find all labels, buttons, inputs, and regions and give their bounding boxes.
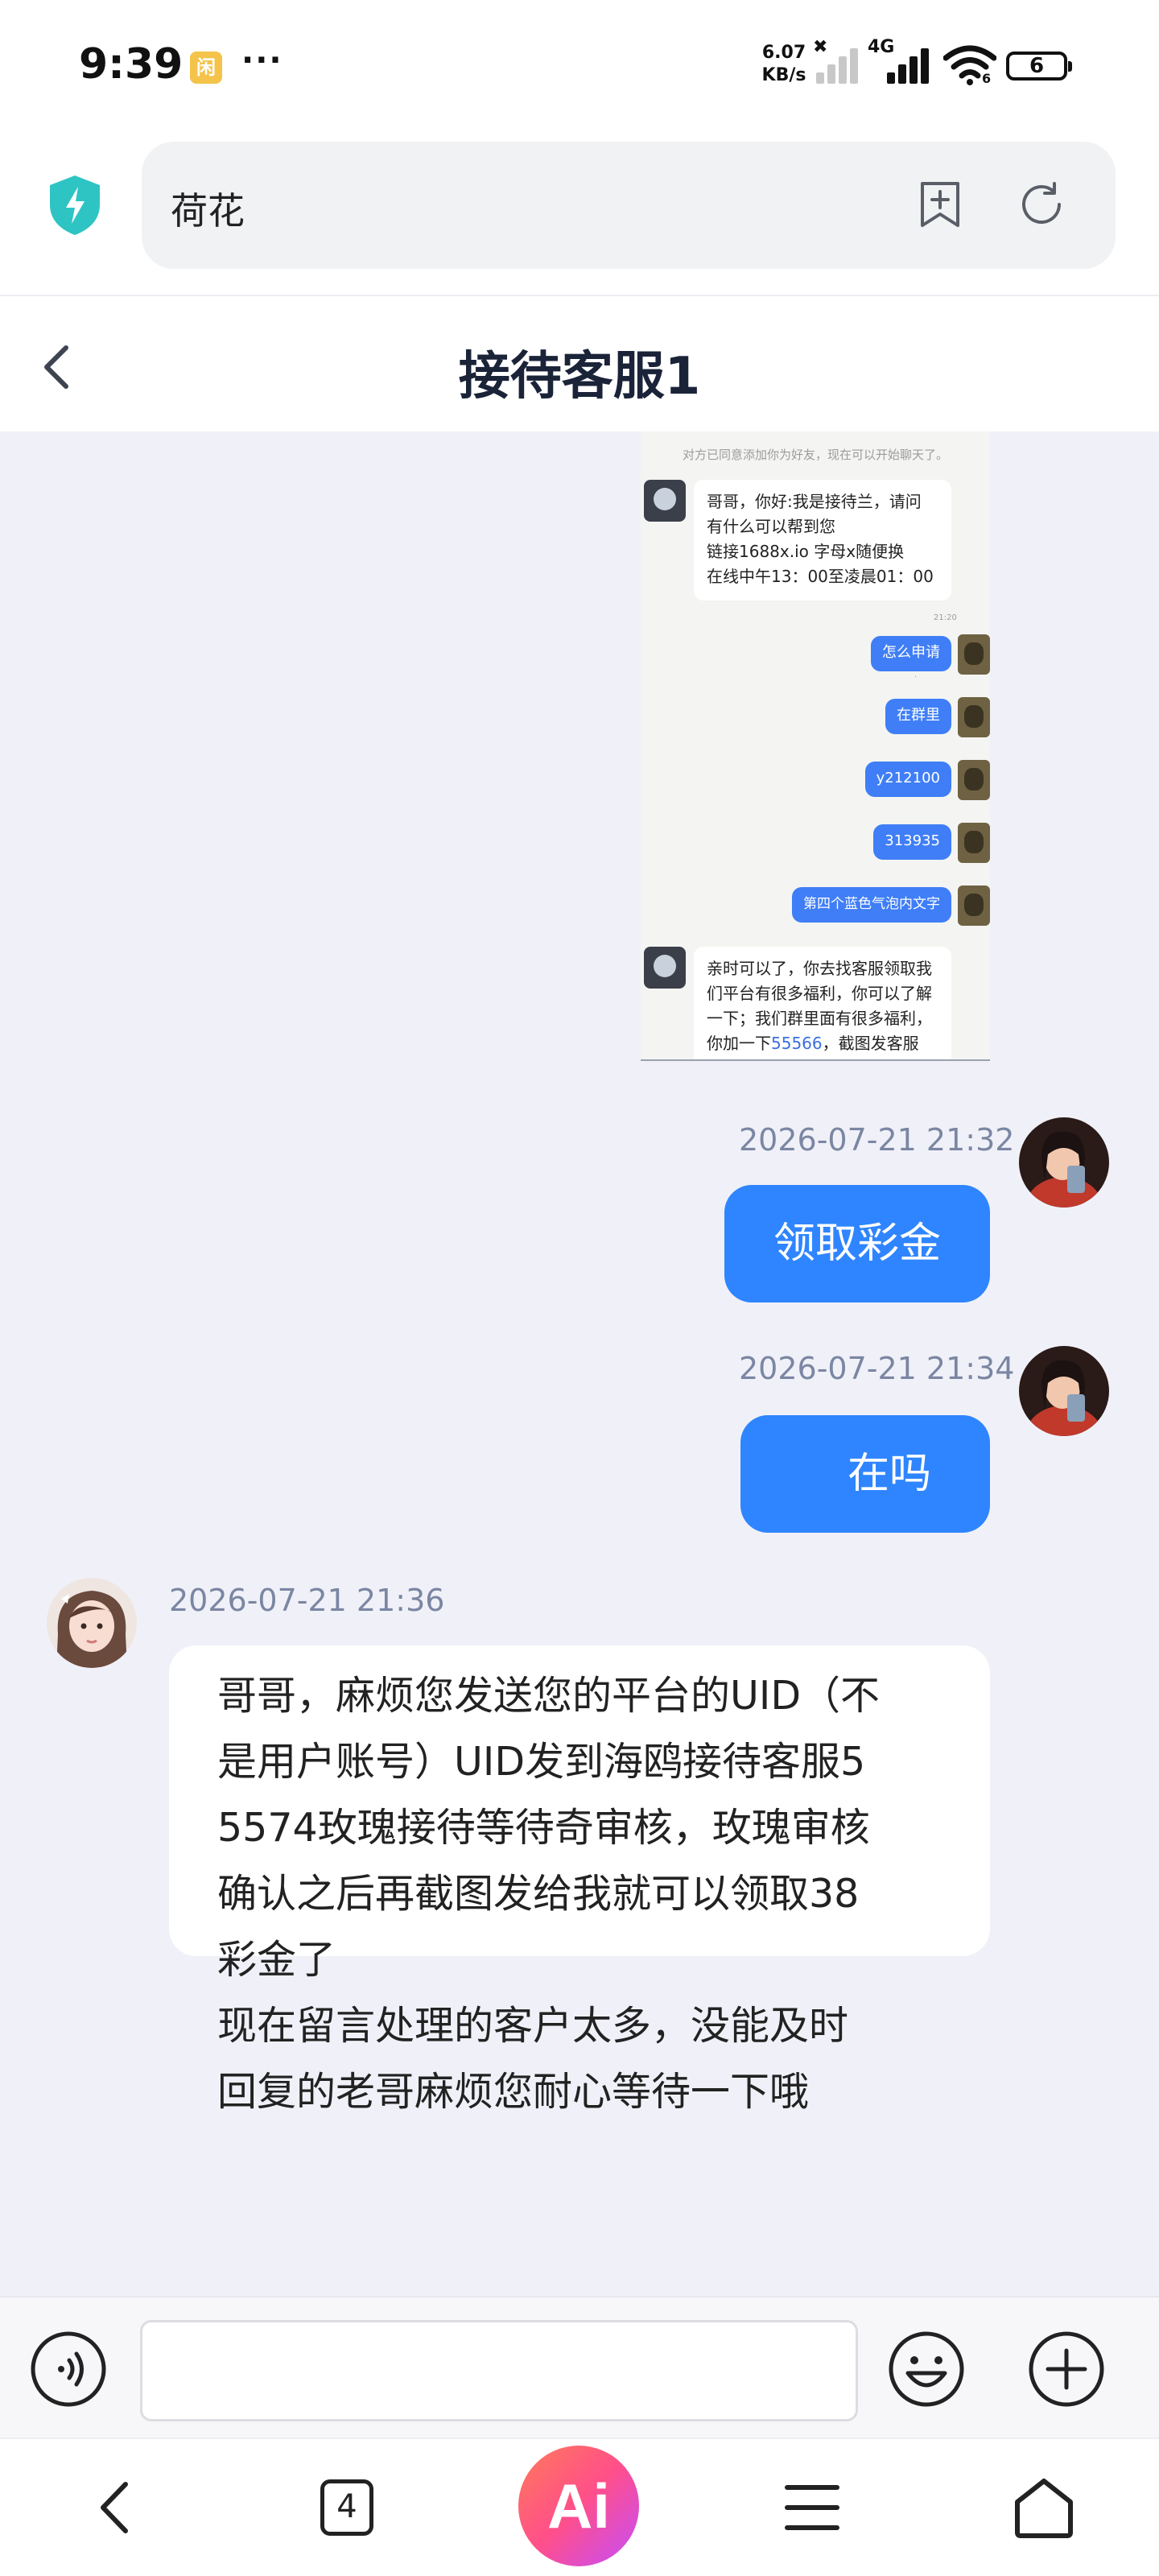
signal-2-icon: [884, 45, 932, 84]
network-speed-value: 6.07: [761, 43, 806, 63]
message-input-bar: [0, 2296, 1159, 2438]
image-message[interactable]: 对方已同意添加你为好友，现在可以开始聊天了。 哥哥，你好:我是接待兰，请问 有什…: [641, 431, 990, 1061]
screenshot-message-time: 21:20: [934, 613, 957, 622]
received-message-line: 是用户账号）UID发到海鸥接待客服5: [217, 1739, 866, 1785]
screenshot-user-avatar: [958, 823, 990, 863]
received-message-line: 5574玫瑰接待等待奇审核，玫瑰审核: [217, 1805, 870, 1851]
received-message-line: 现在留言处理的客户太多，没能及时: [217, 2003, 849, 2049]
network-speed: 6.07 KB/s: [760, 42, 808, 87]
screenshot-system-note: 对方已同意添加你为好友，现在可以开始聊天了。: [682, 448, 948, 462]
menu-icon[interactable]: [768, 2463, 856, 2552]
message-timestamp: 2026-07-21 21:34: [739, 1351, 1015, 1386]
emoji-icon[interactable]: [887, 2330, 966, 2409]
received-message-line: 哥哥，麻烦您发送您的平台的UID（不: [217, 1673, 881, 1719]
status-bar: 9:39 闲 ··· 6.07 KB/s ✖ 4G 6 6: [0, 0, 1159, 129]
battery-icon: 6: [1006, 52, 1072, 80]
received-message-bubble[interactable]: 哥哥，麻烦您发送您的平台的UID（不 是用户账号）UID发到海鸥接待客服5 55…: [169, 1645, 990, 2115]
network-speed-unit: KB/s: [761, 65, 806, 85]
screenshot-blue-bubble: 313935: [873, 824, 951, 860]
chat-title: 接待客服1: [458, 347, 701, 407]
received-message-line: 确认之后再截图发给我就可以领取38: [217, 1871, 860, 1917]
screenshot-blue-bubble: 在群里: [885, 699, 951, 734]
screenshot-blue-bubble: 怎么申请: [871, 636, 951, 671]
nav-back-icon[interactable]: [72, 2463, 161, 2552]
screenshot-content: 对方已同意添加你为好友，现在可以开始聊天了。 哥哥，你好:我是接待兰，请问 有什…: [641, 431, 990, 1059]
browser-bottom-nav: 4 Ai: [0, 2438, 1159, 2576]
home-icon[interactable]: [1000, 2463, 1088, 2552]
refresh-icon[interactable]: [1016, 179, 1067, 230]
add-attachment-icon[interactable]: [1027, 2330, 1106, 2409]
message-timestamp: 2026-07-21 21:36: [169, 1583, 445, 1618]
tabs-count-button[interactable]: 4: [320, 2479, 373, 2536]
voice-input-icon[interactable]: [29, 2330, 108, 2409]
chat-header: 接待客服1: [0, 295, 1159, 431]
screenshot-user-avatar: [958, 634, 990, 675]
status-time: 9:39: [79, 40, 184, 89]
idle-badge-icon: 闲: [190, 52, 222, 84]
screenshot-blue-bubble: 第四个蓝色气泡内文字: [792, 887, 951, 923]
browser-toolbar: 荷花: [0, 129, 1159, 295]
screenshot-blue-bubble: y212100: [864, 762, 951, 797]
message-input[interactable]: [140, 2320, 858, 2421]
screenshot-agent-message: 哥哥，你好:我是接待兰，请问 有什么可以帮到您 链接1688x.io 字母x随便…: [694, 480, 951, 601]
screenshot-user-avatar: [958, 760, 990, 800]
agent-avatar[interactable]: [47, 1578, 137, 1668]
ai-assistant-button[interactable]: Ai: [518, 2446, 639, 2566]
security-shield-icon[interactable]: [47, 174, 103, 237]
user-avatar[interactable]: [1019, 1346, 1109, 1436]
received-message-line: 彩金了: [217, 1937, 336, 1983]
user-avatar[interactable]: [1019, 1117, 1109, 1208]
sent-message-bubble[interactable]: 在吗: [740, 1415, 990, 1533]
message-timestamp: 2026-07-21 21:32: [739, 1122, 1015, 1158]
screenshot-link: 55566: [771, 1034, 823, 1053]
screenshot-agent-message: 亲时可以了，你去找客服领取我 们平台有很多福利，你可以了解 一下；我们群里面有很…: [694, 947, 951, 1059]
add-bookmark-icon[interactable]: [914, 179, 966, 230]
more-notifications-icon: ···: [241, 42, 283, 79]
sent-message-bubble[interactable]: 领取彩金: [724, 1185, 990, 1302]
wifi-label: 6: [982, 71, 992, 86]
received-message-line: 回复的老哥麻烦您耐心等待一下哦: [217, 2069, 810, 2115]
screenshot-user-avatar: [958, 697, 990, 737]
screenshot-agent-avatar: [644, 947, 686, 989]
signal-1-icon: [813, 45, 861, 84]
screenshot-user-avatar: [958, 886, 990, 926]
address-text[interactable]: 荷花: [171, 182, 245, 235]
message-list[interactable]: 对方已同意添加你为好友，现在可以开始聊天了。 哥哥，你好:我是接待兰，请问 有什…: [0, 431, 1159, 2296]
address-bar[interactable]: 荷花: [142, 142, 1116, 269]
screenshot-agent-avatar: [644, 480, 686, 522]
